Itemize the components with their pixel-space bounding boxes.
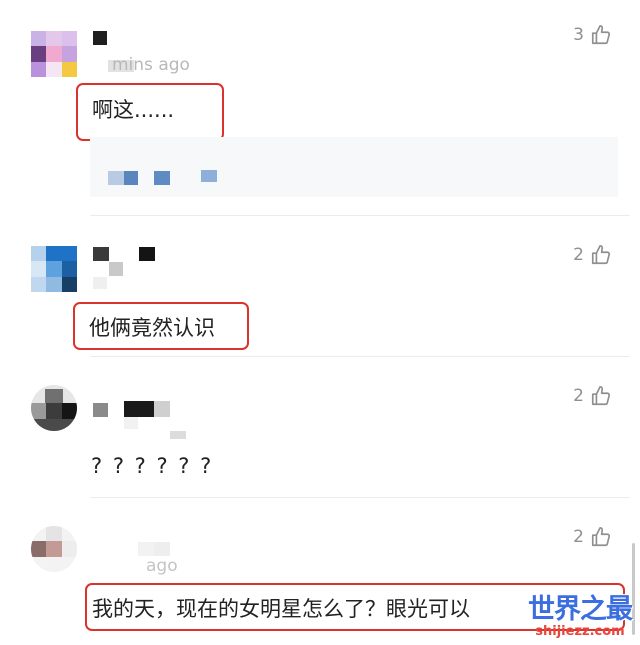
thumbs-up-icon[interactable] xyxy=(590,385,612,407)
like-count: 3 xyxy=(573,25,584,45)
watermark-url: shijiezz.com xyxy=(535,624,625,639)
username-redacted[interactable] xyxy=(139,247,155,261)
avatar[interactable] xyxy=(31,526,77,572)
divider xyxy=(90,215,630,216)
username-redacted[interactable] xyxy=(93,247,109,261)
like-button[interactable]: 2 xyxy=(573,244,612,266)
comment-text: 我的天，现在的女明星怎么了？眼光可以 xyxy=(92,597,470,621)
like-button[interactable]: 2 xyxy=(573,526,612,548)
reply-redacted xyxy=(201,170,217,182)
watermark-title: 世界之最 xyxy=(528,594,633,625)
reply-redacted xyxy=(124,171,138,185)
thumbs-up-icon[interactable] xyxy=(590,24,612,46)
username-redacted[interactable] xyxy=(138,542,154,556)
thumbs-up-icon[interactable] xyxy=(590,526,612,548)
time-redacted xyxy=(93,277,107,289)
avatar[interactable] xyxy=(31,246,77,292)
comment-text: 啊这...... xyxy=(92,98,175,122)
time-redacted xyxy=(170,431,186,439)
username-redacted[interactable] xyxy=(93,403,108,417)
like-button[interactable]: 3 xyxy=(573,24,612,46)
reply-redacted xyxy=(108,171,124,185)
like-button[interactable]: 2 xyxy=(573,385,612,407)
thumbs-up-icon[interactable] xyxy=(590,244,612,266)
comment-text: ? ? ? ? ? ? xyxy=(91,454,214,478)
username-redacted[interactable] xyxy=(154,542,170,556)
divider xyxy=(90,356,630,357)
watermark: 世界之最 shijiezz.com xyxy=(528,594,633,639)
divider xyxy=(90,497,630,498)
time-redacted xyxy=(124,417,138,429)
username-redacted[interactable] xyxy=(93,31,107,45)
like-count: 2 xyxy=(573,527,584,547)
username-redacted[interactable] xyxy=(109,262,123,276)
comment-time: ago xyxy=(146,556,178,576)
avatar[interactable] xyxy=(31,385,77,431)
username-redacted[interactable] xyxy=(154,401,170,417)
scrollbar[interactable] xyxy=(632,543,635,635)
reply-preview[interactable] xyxy=(90,137,618,197)
reply-redacted xyxy=(154,171,170,185)
like-count: 2 xyxy=(573,386,584,406)
username-redacted[interactable] xyxy=(124,401,154,417)
like-count: 2 xyxy=(573,245,584,265)
comment-time: mins ago xyxy=(112,55,190,75)
comment-text: 他俩竟然认识 xyxy=(89,316,215,340)
avatar[interactable] xyxy=(31,31,77,77)
